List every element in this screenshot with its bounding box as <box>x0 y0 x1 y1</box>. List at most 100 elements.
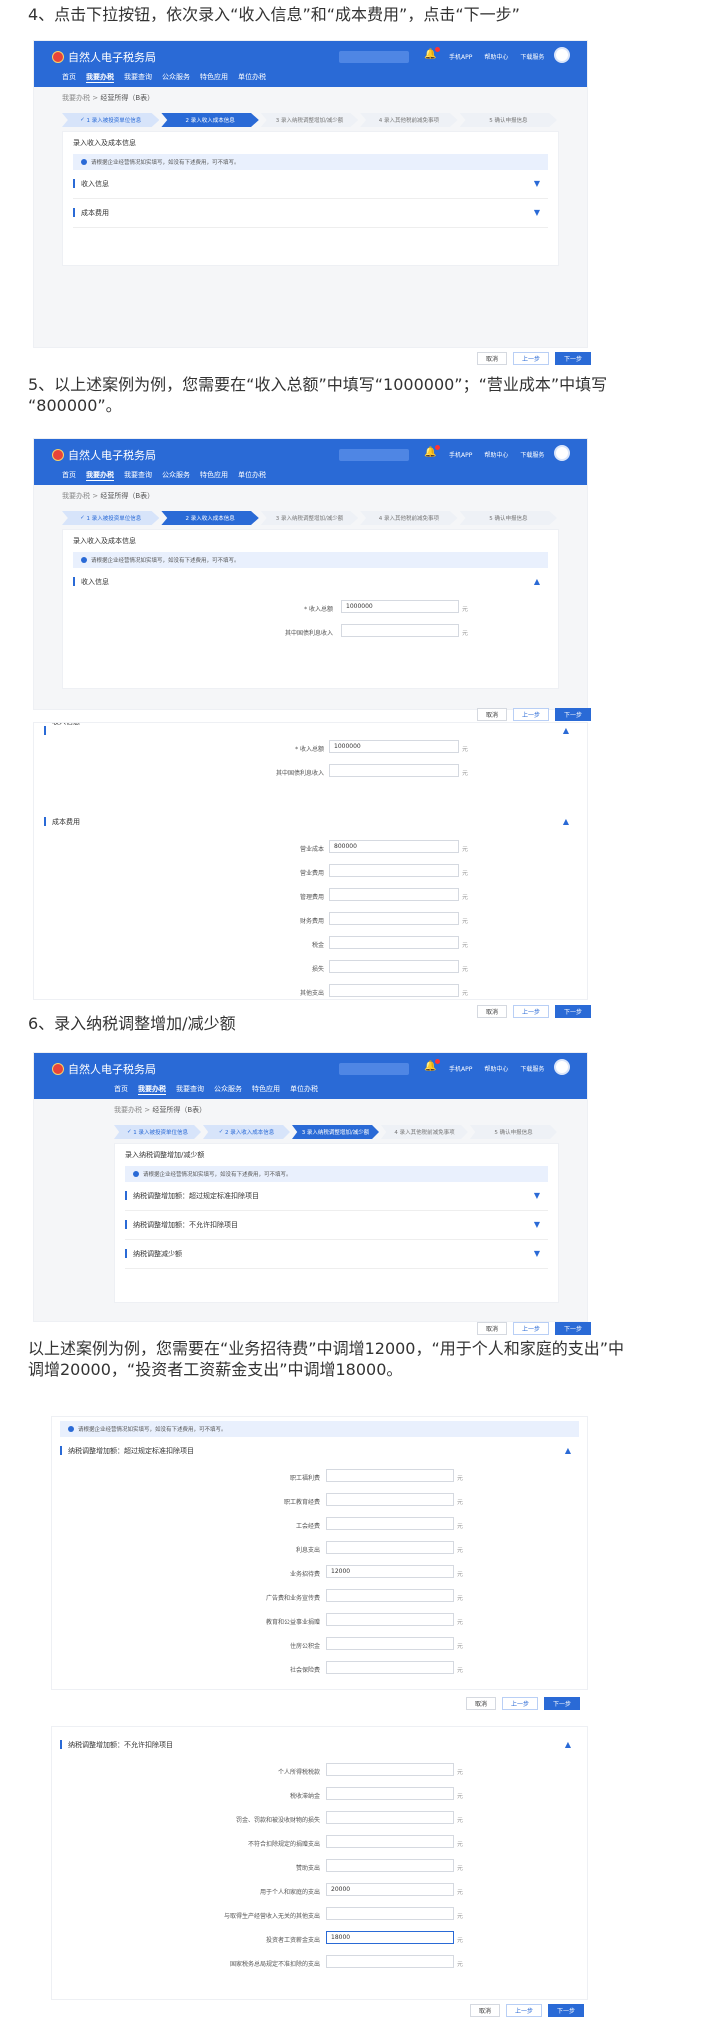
cancel-button[interactable]: 取消 <box>477 352 508 365</box>
amount-input[interactable] <box>329 912 459 925</box>
amount-input[interactable] <box>326 1517 454 1530</box>
cancel-button[interactable]: 取消 <box>477 708 508 721</box>
amount-input[interactable] <box>326 1541 454 1554</box>
next-button[interactable]: 下一步 <box>555 708 592 721</box>
amount-input[interactable] <box>341 624 459 637</box>
nav-unit[interactable]: 单位办税 <box>238 72 266 83</box>
bell-icon[interactable]: 🔔 <box>424 445 441 458</box>
amount-input[interactable] <box>329 960 459 973</box>
amount-input[interactable] <box>326 1589 454 1602</box>
section-adj-increase[interactable]: 纳税调整增加额：超过规定标准扣除项目 ▼ <box>125 1182 548 1211</box>
chevron-up-icon[interactable]: ▲ <box>534 577 540 586</box>
nav-query[interactable]: 我要查询 <box>124 72 152 83</box>
form-row: 其他支出 元 <box>44 980 577 999</box>
amount-input[interactable] <box>326 1637 454 1650</box>
avatar[interactable] <box>554 47 570 63</box>
amount-input[interactable] <box>326 1835 454 1848</box>
nav-featured[interactable]: 特色应用 <box>200 72 228 83</box>
amount-input[interactable] <box>326 1493 454 1506</box>
amount-input[interactable] <box>326 1859 454 1872</box>
section-adj-decrease[interactable]: 纳税调整减少额 ▼ <box>125 1240 548 1269</box>
prev-button[interactable]: 上一步 <box>513 1005 550 1018</box>
bell-icon[interactable]: 🔔 <box>424 1059 441 1072</box>
cancel-button[interactable]: 取消 <box>470 2004 501 2017</box>
next-button[interactable]: 下一步 <box>555 352 592 365</box>
amount-input[interactable] <box>329 936 459 949</box>
screenshot-tax-adjust-collapsed: 自然人电子税务局 🔔 手机APP 帮助中心 下载服务 首页 我要办税 我要查询 … <box>33 1052 588 1322</box>
nav-home[interactable]: 首页 <box>62 72 76 83</box>
link-help-center[interactable]: 帮助中心 <box>484 52 508 61</box>
nav-public[interactable]: 公众服务 <box>162 72 190 83</box>
amount-input[interactable] <box>326 1787 454 1800</box>
section-adj-increase-b[interactable]: 纳税调整增加额：不允许扣除项目 ▼ <box>125 1211 548 1240</box>
unit-label: 元 <box>457 1499 464 1506</box>
amount-input[interactable]: 20000 <box>326 1883 454 1896</box>
unit-label: 元 <box>457 1571 464 1578</box>
chevron-down-icon[interactable]: ▼ <box>534 1220 540 1229</box>
bell-icon[interactable]: 🔔 <box>424 47 441 60</box>
section-income[interactable]: 收入信息 ▲ <box>73 568 548 596</box>
chevron-up-icon[interactable]: ▲ <box>563 817 569 826</box>
amount-input[interactable] <box>326 1469 454 1482</box>
form-row: 其中国债利息收入 元 <box>44 760 577 784</box>
link-download[interactable]: 下载服务 <box>520 52 544 61</box>
amount-input[interactable]: 1000000 <box>329 740 459 753</box>
amount-input[interactable]: 800000 <box>329 840 459 853</box>
cancel-button[interactable]: 取消 <box>477 1322 508 1335</box>
amount-input[interactable] <box>329 864 459 877</box>
section-income-partial[interactable]: 收入信息 ▲ <box>44 723 577 736</box>
link-mobile-app[interactable]: 手机APP <box>449 52 472 61</box>
chevron-down-icon[interactable]: ▼ <box>534 208 540 217</box>
section-income[interactable]: 收入信息 ▼ <box>73 170 548 199</box>
next-button[interactable]: 下一步 <box>548 2004 585 2017</box>
amount-input[interactable] <box>326 1955 454 1968</box>
next-button[interactable]: 下一步 <box>555 1005 592 1018</box>
amount-input[interactable] <box>329 984 459 997</box>
notice-banner: 请根据企业经营情况如实填写，如没有下述费用，可不填写。 <box>125 1166 548 1182</box>
chevron-down-icon[interactable]: ▼ <box>534 179 540 188</box>
amount-input[interactable] <box>326 1661 454 1674</box>
amount-input[interactable] <box>329 888 459 901</box>
chevron-up-icon[interactable]: ▲ <box>565 1740 571 1749</box>
section-adj-increase[interactable]: 纳税调整增加额：超过规定标准扣除项目 ▲ <box>60 1437 579 1465</box>
amount-input[interactable]: 1000000 <box>341 600 459 613</box>
prev-button[interactable]: 上一步 <box>513 1322 550 1335</box>
prev-button[interactable]: 上一步 <box>513 708 550 721</box>
amount-input[interactable] <box>326 1907 454 1920</box>
field-label: 投资者工资薪金支出 <box>265 1937 320 1944</box>
header-search-input[interactable] <box>339 1063 409 1075</box>
prev-button[interactable]: 上一步 <box>502 1697 539 1710</box>
prev-button[interactable]: 上一步 <box>506 2004 543 2017</box>
chevron-up-icon[interactable]: ▲ <box>563 726 569 735</box>
amount-input[interactable] <box>329 764 459 777</box>
amount-input[interactable]: 12000 <box>326 1565 454 1578</box>
field-label: 营业成本 <box>299 846 324 853</box>
section-cost[interactable]: 成本费用 ▼ <box>73 199 548 228</box>
avatar[interactable] <box>554 1059 570 1075</box>
next-button[interactable]: 下一步 <box>555 1322 592 1335</box>
field-label: * 收入总额 <box>295 746 324 753</box>
chevron-down-icon[interactable]: ▼ <box>534 1249 540 1258</box>
section-cost[interactable]: 成本费用 ▲ <box>44 808 577 836</box>
step-3: 3 录入纳税调整增加/减少额 <box>260 113 359 127</box>
avatar[interactable] <box>554 445 570 461</box>
cancel-button[interactable]: 取消 <box>466 1697 497 1710</box>
header-search-input[interactable] <box>339 51 409 63</box>
section-adj-increase-b[interactable]: 纳税调整增加额：不允许扣除项目 ▲ <box>60 1731 579 1759</box>
step5-heading-line1: 5、以上述案例为例，您需要在“收入总额”中填写“1000000”；“营业成本”中… <box>28 375 608 394</box>
chevron-down-icon[interactable]: ▼ <box>534 1191 540 1200</box>
prev-button[interactable]: 上一步 <box>513 352 550 365</box>
chevron-up-icon[interactable]: ▲ <box>565 1446 571 1455</box>
amount-input[interactable] <box>326 1613 454 1626</box>
header-search-input[interactable] <box>339 449 409 461</box>
cancel-button[interactable]: 取消 <box>477 1005 508 1018</box>
amount-input[interactable] <box>326 1763 454 1776</box>
app-logo: 自然人电子税务局 <box>52 447 156 463</box>
nav-tax[interactable]: 我要办税 <box>86 72 114 83</box>
amount-input[interactable] <box>326 1811 454 1824</box>
unit-label: 元 <box>462 606 469 613</box>
step6b-heading-line2: 调增20000，“投资者工资薪金支出”中调增18000。 <box>28 1360 403 1379</box>
form-row: 用于个人和家庭的支出 20000 元 <box>60 1879 579 1903</box>
amount-input[interactable]: 18000 <box>326 1931 454 1944</box>
next-button[interactable]: 下一步 <box>544 1697 581 1710</box>
